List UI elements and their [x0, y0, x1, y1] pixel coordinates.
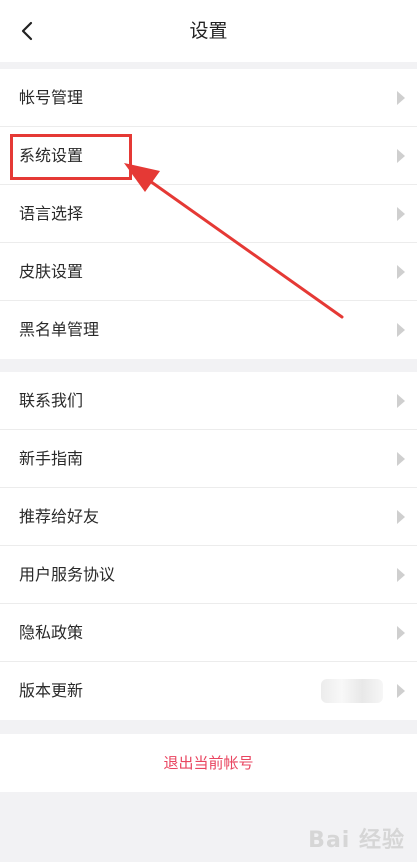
annotation-arrow — [124, 163, 344, 319]
watermark-logo: Bai 经验 — [308, 828, 405, 853]
